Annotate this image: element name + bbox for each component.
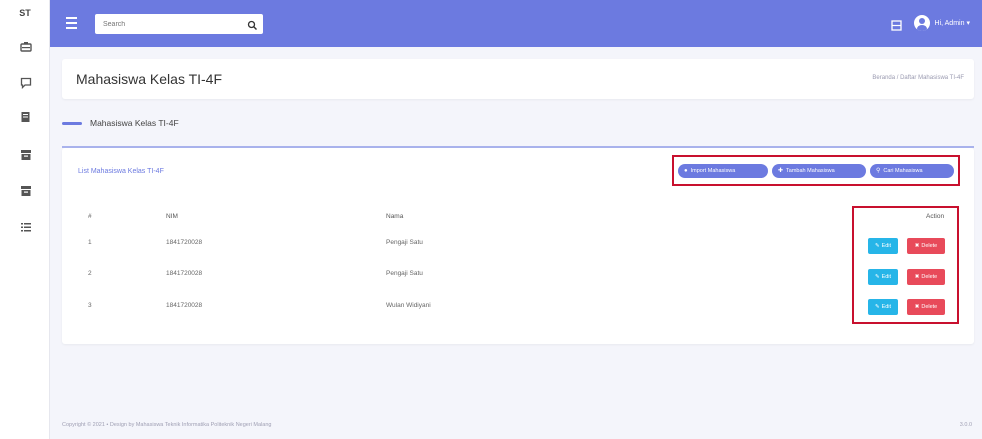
delete-button[interactable]: ✖ Delete bbox=[907, 299, 945, 315]
pencil-icon: ✎ bbox=[874, 243, 880, 249]
delete-button[interactable]: ✖ Delete bbox=[907, 238, 945, 254]
table-cell-name: Pengaji Satu bbox=[386, 239, 423, 246]
archive-icon[interactable] bbox=[19, 148, 32, 161]
table-cell-no: 2 bbox=[88, 270, 92, 277]
table-cell-nim: 1841720028 bbox=[166, 239, 203, 246]
edit-button[interactable]: ✎ Edit bbox=[868, 269, 898, 285]
hamburger-menu-icon[interactable] bbox=[66, 17, 77, 29]
delete-button-label: Delete bbox=[921, 274, 938, 280]
import-button-label: Import Mahasiswa bbox=[690, 167, 736, 174]
table-cell-no: 3 bbox=[88, 302, 92, 309]
page-title: Mahasiswa Kelas TI-4F bbox=[76, 71, 223, 87]
table-cell-nim: 1841720028 bbox=[166, 302, 203, 309]
column-header-nim: NIM bbox=[166, 213, 178, 220]
delete-button[interactable]: ✖ Delete bbox=[907, 269, 945, 285]
avatar[interactable] bbox=[913, 15, 930, 31]
topbar: Hi, Admin ▾ bbox=[50, 0, 982, 47]
add-student-button[interactable]: ✚ Tambah Mahasiswa bbox=[772, 163, 866, 178]
edit-button-label: Edit bbox=[881, 304, 892, 310]
section-heading: Mahasiswa Kelas TI-4F bbox=[62, 118, 179, 128]
close-icon: ✖ bbox=[914, 274, 920, 280]
search-input[interactable] bbox=[103, 18, 243, 30]
edit-button[interactable]: ✎ Edit bbox=[868, 238, 898, 254]
section-title: Mahasiswa Kelas TI-4F bbox=[90, 118, 179, 128]
search-student-button-label: Cari Mahasiswa bbox=[883, 167, 923, 174]
action-buttons-group: ● Import Mahasiswa ✚ Tambah Mahasiswa ⚲ … bbox=[672, 155, 960, 186]
close-icon: ✖ bbox=[914, 243, 920, 249]
dashboard-icon[interactable] bbox=[19, 40, 32, 53]
sidebar: ST bbox=[0, 0, 50, 439]
chevron-down-icon[interactable]: ▾ bbox=[966, 19, 970, 27]
search-box bbox=[95, 14, 263, 34]
footer-copyright: Copyright © 2021 • Design by Mahasiswa T… bbox=[62, 422, 272, 428]
import-button[interactable]: ● Import Mahasiswa bbox=[678, 163, 768, 178]
table-cell-nim: 1841720028 bbox=[166, 270, 203, 277]
user-area: Hi, Admin ▾ bbox=[890, 13, 970, 33]
delete-button-label: Delete bbox=[921, 304, 938, 310]
user-name[interactable]: Hi, Admin bbox=[935, 20, 965, 27]
user-icon: ● bbox=[684, 167, 688, 174]
student-list-card: List Mahasiswa Kelas TI-4F ● Import Maha… bbox=[62, 148, 974, 344]
page-header: Mahasiswa Kelas TI-4F Beranda / Daftar M… bbox=[62, 59, 974, 99]
archive-icon[interactable] bbox=[19, 184, 32, 197]
column-header-name: Nama bbox=[386, 213, 404, 220]
table-cell-no: 1 bbox=[88, 239, 92, 246]
sidebar-brand[interactable]: ST bbox=[0, 8, 50, 18]
edit-button-label: Edit bbox=[881, 243, 892, 249]
chat-icon[interactable] bbox=[19, 76, 32, 89]
search-icon[interactable] bbox=[247, 18, 258, 30]
delete-button-label: Delete bbox=[921, 243, 938, 249]
pencil-icon: ✎ bbox=[874, 274, 880, 280]
close-icon: ✖ bbox=[914, 304, 920, 310]
table-cell-name: Pengaji Satu bbox=[386, 270, 423, 277]
card-title: List Mahasiswa Kelas TI-4F bbox=[78, 168, 164, 175]
search-student-button[interactable]: ⚲ Cari Mahasiswa bbox=[870, 163, 954, 178]
edit-button-label: Edit bbox=[881, 274, 892, 280]
breadcrumb[interactable]: Beranda / Daftar Mahasiswa TI-4F bbox=[872, 75, 964, 81]
add-student-button-label: Tambah Mahasiswa bbox=[786, 167, 835, 174]
table-cell-name: Wulan Widiyani bbox=[386, 302, 431, 309]
plus-icon: ✚ bbox=[778, 168, 784, 174]
footer-version: 3.0.0 bbox=[959, 422, 972, 428]
section-accent-bar bbox=[62, 121, 82, 125]
edit-button[interactable]: ✎ Edit bbox=[868, 299, 898, 315]
column-header-no: # bbox=[88, 213, 92, 220]
pencil-icon: ✎ bbox=[874, 304, 880, 310]
book-icon[interactable] bbox=[19, 110, 32, 123]
apps-grid-icon[interactable] bbox=[890, 18, 902, 31]
list-icon[interactable] bbox=[19, 220, 32, 233]
search-icon: ⚲ bbox=[876, 168, 881, 174]
